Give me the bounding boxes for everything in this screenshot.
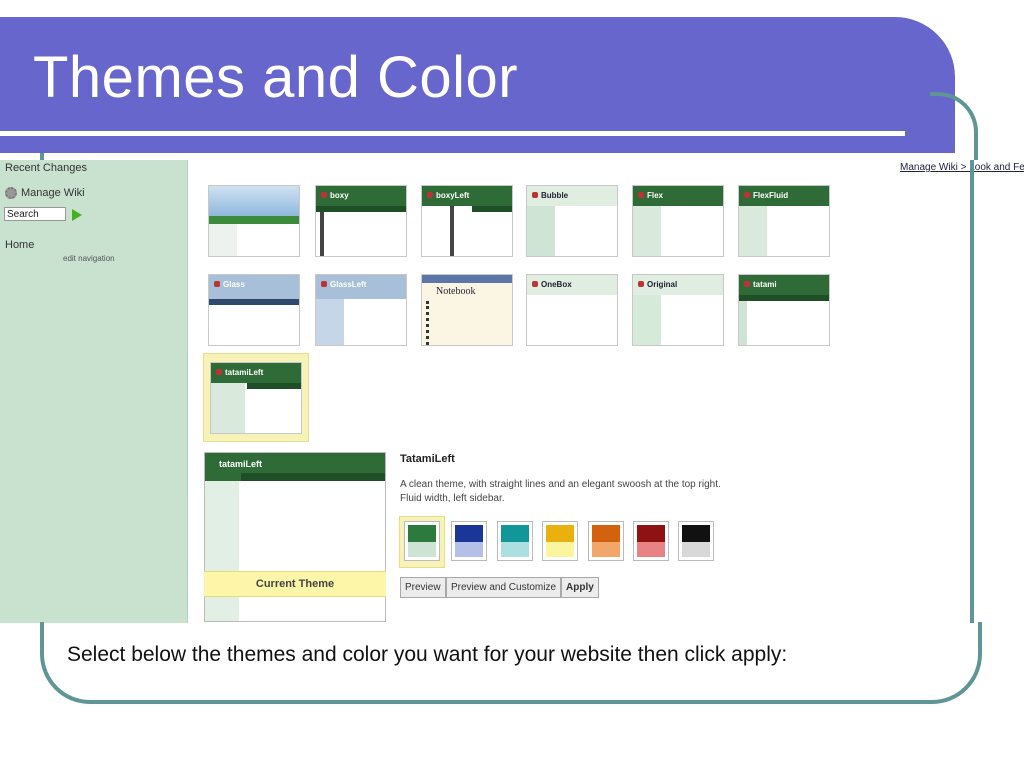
go-arrow-icon[interactable]: [72, 209, 82, 221]
logo-icon: [427, 192, 433, 198]
swatch-primary: [455, 525, 483, 542]
logo-icon: [532, 281, 538, 287]
current-theme-label: Current Theme: [204, 571, 386, 597]
theme-name: OneBox: [541, 280, 572, 289]
logo-icon: [744, 281, 750, 287]
color-swatch[interactable]: [451, 521, 487, 561]
slide-caption: Select below the themes and color you wa…: [67, 643, 788, 666]
theme-thumbnail-original[interactable]: Original: [632, 274, 724, 346]
sky-banner: [209, 186, 299, 216]
wiki-sidebar: Recent Changes Manage Wiki Search Home e…: [0, 160, 188, 623]
thumb-sidebar: [739, 301, 747, 345]
thumb-body: [320, 212, 406, 256]
color-swatch[interactable]: [404, 521, 440, 561]
theme-thumbnail-notebook[interactable]: Notebook: [421, 274, 513, 346]
thumb-tabbar: [739, 295, 829, 301]
sidebar-item-manage-wiki[interactable]: Manage Wiki: [5, 187, 85, 199]
swatch-primary: [682, 525, 710, 542]
edit-navigation-link[interactable]: edit navigation: [63, 254, 115, 263]
theme-name: tatamiLeft: [225, 368, 264, 377]
theme-name: boxy: [330, 191, 349, 200]
swatch-primary: [501, 525, 529, 542]
swatch-secondary: [592, 542, 620, 557]
frame-decoration: [970, 160, 974, 623]
theme-thumbnail-tatami[interactable]: tatami: [738, 274, 830, 346]
theme-thumbnail-flexfluid[interactable]: FlexFluid: [738, 185, 830, 257]
theme-thumbnail-bubble[interactable]: Bubble: [526, 185, 618, 257]
apply-button[interactable]: Apply: [561, 577, 599, 598]
breadcrumb[interactable]: Manage Wiki > Look and Feel: [900, 162, 1024, 173]
swatch-primary: [592, 525, 620, 542]
swatch-secondary: [637, 542, 665, 557]
theme-name: GlassLeft: [330, 280, 367, 289]
logo-icon: [216, 369, 222, 375]
search-input[interactable]: Search: [4, 207, 66, 221]
thumb-sidebar: [739, 206, 767, 256]
sidebar-item-home[interactable]: Home: [5, 239, 34, 251]
theme-thumbnail-tatamileft[interactable]: tatamiLeft: [210, 362, 302, 434]
swatch-secondary: [682, 542, 710, 557]
grass-strip: [209, 216, 299, 224]
theme-thumbnail-flex[interactable]: Flex: [632, 185, 724, 257]
preview-customize-button[interactable]: Preview and Customize: [446, 577, 562, 598]
swatch-primary: [546, 525, 574, 542]
theme-name: Bubble: [541, 191, 569, 200]
color-swatch[interactable]: [633, 521, 669, 561]
color-swatch[interactable]: [588, 521, 624, 561]
swatch-secondary: [455, 542, 483, 557]
swatch-secondary: [501, 542, 529, 557]
logo-icon: [744, 192, 750, 198]
preview-theme-name: tatamiLeft: [219, 459, 263, 469]
logo-icon: [214, 281, 220, 287]
theme-thumbnail[interactable]: [208, 185, 300, 257]
color-swatch[interactable]: [497, 521, 533, 561]
spiral-binding: [426, 301, 437, 345]
theme-name: Flex: [647, 191, 664, 200]
gear-icon: [5, 187, 17, 199]
thumb-tabbar: [247, 383, 301, 389]
logo-icon: [321, 192, 327, 198]
theme-name: tatami: [753, 280, 777, 289]
color-swatch[interactable]: [678, 521, 714, 561]
preview-tabbar: [241, 473, 385, 481]
title-underline: [0, 131, 905, 136]
logo-icon: [638, 281, 644, 287]
swatch-secondary: [546, 542, 574, 557]
selected-theme-title: TatamiLeft: [400, 453, 455, 465]
thumb-sidebar: [633, 206, 661, 256]
thumb-tabbar: [209, 299, 299, 305]
swatch-primary: [408, 525, 436, 542]
theme-thumbnail-glassleft[interactable]: GlassLeft: [315, 274, 407, 346]
theme-thumbnail-glass[interactable]: Glass: [208, 274, 300, 346]
slide-title: Themes and Color: [33, 45, 519, 110]
swatch-secondary: [408, 542, 436, 557]
thumb-sidebar: [209, 224, 237, 256]
sidebar-item-recent-changes[interactable]: Recent Changes: [5, 162, 87, 174]
theme-name: FlexFluid: [753, 191, 789, 200]
thumb-sidebar: [211, 383, 245, 433]
thumb-tabbar: [472, 206, 512, 212]
thumb-header: [422, 275, 512, 283]
theme-thumbnail-boxy[interactable]: boxy: [315, 185, 407, 257]
logo-icon: [638, 192, 644, 198]
thumb-sidebar: [633, 295, 661, 345]
sidebar-item-label: Manage Wiki: [21, 187, 85, 199]
theme-name: Glass: [223, 280, 245, 289]
selected-theme-description: A clean theme, with straight lines and a…: [400, 479, 721, 504]
thumb-sidebar: [422, 206, 454, 256]
wiki-screenshot: Recent Changes Manage Wiki Search Home e…: [0, 160, 1024, 623]
preview-sidebar: [205, 481, 239, 621]
color-swatch[interactable]: [542, 521, 578, 561]
theme-name: Notebook: [436, 286, 476, 297]
logo-icon: [321, 281, 327, 287]
thumb-sidebar: [316, 299, 344, 345]
thumb-sidebar: [527, 206, 555, 256]
theme-name: Original: [647, 280, 678, 289]
preview-button[interactable]: Preview: [400, 577, 446, 598]
swatch-primary: [637, 525, 665, 542]
theme-thumbnail-onebox[interactable]: OneBox: [526, 274, 618, 346]
logo-icon: [532, 192, 538, 198]
theme-name: boxyLeft: [436, 191, 470, 200]
theme-thumbnail-boxyleft[interactable]: boxyLeft: [421, 185, 513, 257]
